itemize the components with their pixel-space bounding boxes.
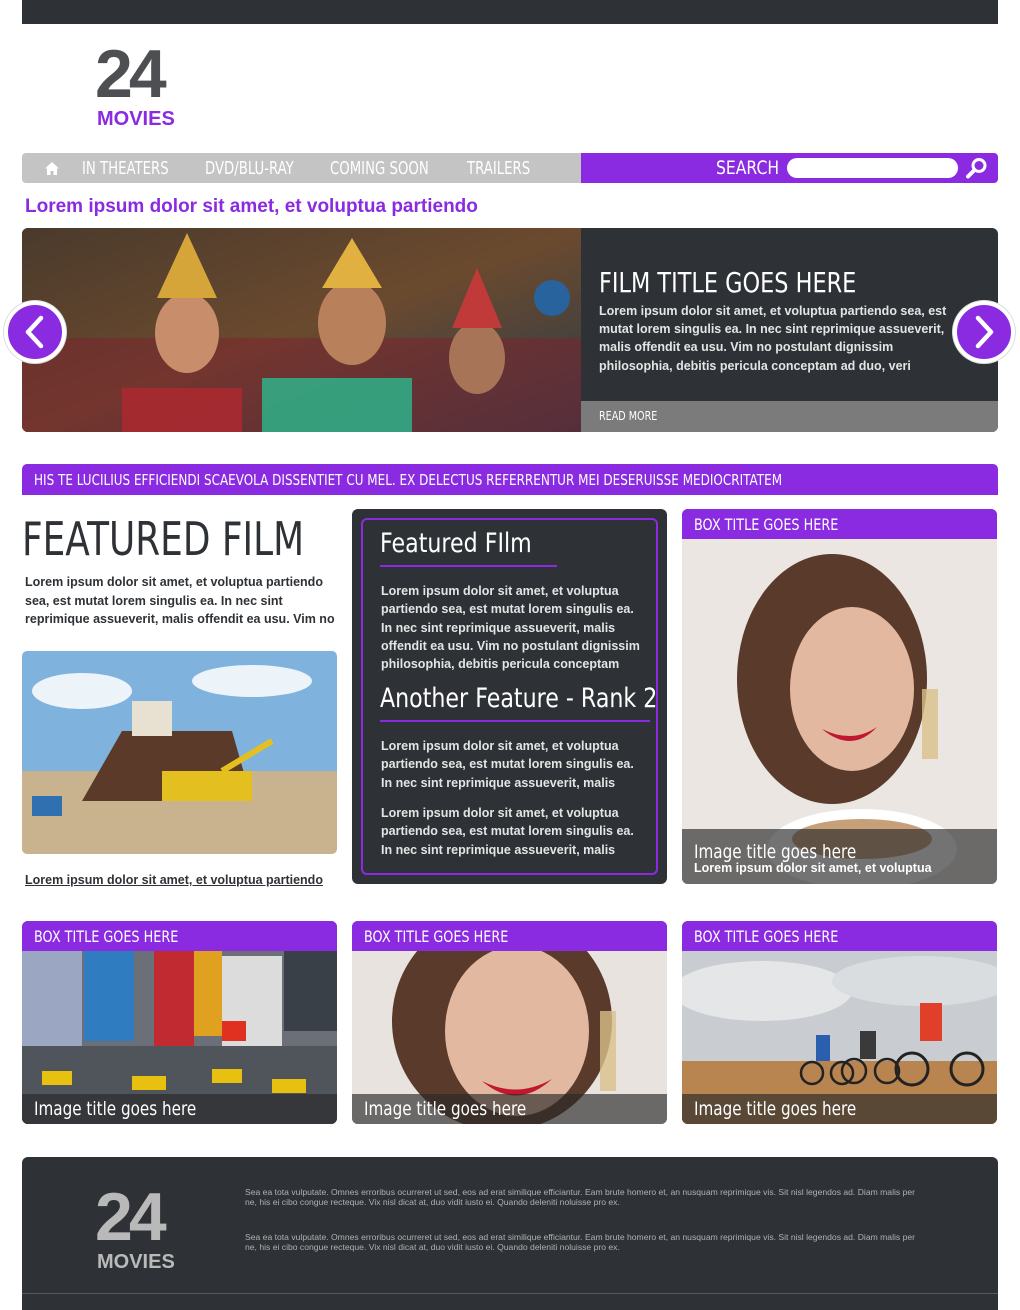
home-nav-item[interactable]: [22, 153, 82, 183]
image-title: Image title goes here: [364, 1098, 527, 1120]
footer: 24 MOVIES Sea ea tota vulputate. Omnes e…: [22, 1157, 998, 1310]
logo-number: 24: [95, 36, 167, 112]
feature-heading-2: Another Feature - Rank 2: [380, 683, 658, 714]
slider-next-button[interactable]: [953, 301, 1015, 363]
box-title: BOX TITLE GOES HERE: [694, 927, 839, 946]
slider-prev-button[interactable]: [4, 301, 66, 363]
nav-item-in-theaters[interactable]: IN THEATERS: [82, 158, 169, 179]
box-card-1[interactable]: BOX TITLE GOES HERE Image title goes her…: [22, 921, 337, 1124]
box-header: BOX TITLE GOES HERE: [22, 921, 337, 951]
read-more-label: READ MORE: [599, 409, 658, 423]
image-caption: Image title goes here: [682, 1094, 997, 1124]
image-title: Image title goes here: [34, 1098, 197, 1120]
image-subtitle: Lorem ipsum dolor sit amet, et voluptua: [694, 861, 932, 875]
box-card-3[interactable]: BOX TITLE GOES HERE Image title goes her…: [682, 921, 997, 1124]
hero-slider: FILM TITLE GOES HERE Lorem ipsum dolor s…: [22, 228, 998, 432]
featured-film-text: Lorem ipsum dolor sit amet, et voluptua …: [25, 575, 335, 626]
home-icon: [45, 161, 59, 175]
search-label: SEARCH: [716, 157, 780, 179]
feature-text-3: Lorem ipsum dolor sit amet, et voluptua …: [381, 806, 634, 857]
feature-box: Featured FIlm Lorem ipsum dolor sit amet…: [352, 509, 667, 884]
site-logo[interactable]: 24 MOVIES: [95, 40, 195, 130]
featured-film-link[interactable]: Lorem ipsum dolor sit amet, et voluptua …: [25, 873, 323, 887]
chevron-right-icon: [975, 315, 994, 349]
read-more-button[interactable]: READ MORE: [581, 401, 998, 432]
image-caption: Image title goes here Lorem ipsum dolor …: [682, 829, 997, 884]
hero-text: Lorem ipsum dolor sit amet, et voluptua …: [599, 304, 947, 373]
banner-text: HIS TE LUCILIUS EFFICIENDI SCAEVOLA DISS…: [34, 471, 783, 489]
footer-logo[interactable]: 24 MOVIES: [95, 1183, 175, 1273]
footer-text-1: Sea ea tota vulputate. Omnes erroribus o…: [245, 1187, 916, 1207]
nav-item-trailers[interactable]: TRAILERS: [467, 158, 530, 179]
search-button[interactable]: [965, 157, 989, 179]
image-caption: Image title goes here: [352, 1094, 667, 1124]
page: 24 MOVIES IN THEATERS DVD/BLU-RAY COMING…: [0, 0, 1020, 1310]
box-header: BOX TITLE GOES HERE: [352, 921, 667, 951]
feature-box-frame: Featured FIlm Lorem ipsum dolor sit amet…: [361, 518, 658, 875]
feature-divider-2: [380, 720, 650, 722]
featured-film-image[interactable]: [22, 651, 337, 854]
box-card-top[interactable]: BOX TITLE GOES HERE Image title goes her…: [682, 509, 997, 884]
box-header: BOX TITLE GOES HERE: [682, 509, 997, 539]
top-bar: [22, 0, 998, 24]
image-caption: Image title goes here: [22, 1094, 337, 1124]
hero-image[interactable]: [22, 228, 581, 432]
nav-item-coming-soon[interactable]: COMING SOON: [330, 158, 429, 179]
footer-text-2: Sea ea tota vulputate. Omnes erroribus o…: [245, 1232, 916, 1252]
box-title: BOX TITLE GOES HERE: [694, 515, 839, 534]
image-title: Image title goes here: [694, 841, 857, 863]
hero-title: FILM TITLE GOES HERE: [599, 266, 857, 299]
featured-film-title: FEATURED FILM: [22, 512, 305, 566]
box-title: BOX TITLE GOES HERE: [364, 927, 509, 946]
footer-logo-number: 24: [95, 1179, 167, 1255]
tagline: Lorem ipsum dolor sit amet, et voluptua …: [25, 196, 478, 217]
footer-logo-word: MOVIES: [97, 1251, 175, 1273]
image-title: Image title goes here: [694, 1098, 857, 1120]
main-nav: IN THEATERS DVD/BLU-RAY COMING SOON TRAI…: [22, 153, 581, 183]
search-bar: SEARCH: [581, 153, 998, 183]
nav-item-dvd-bluray[interactable]: DVD/BLU-RAY: [205, 158, 294, 179]
box-header: BOX TITLE GOES HERE: [682, 921, 997, 951]
footer-divider: [22, 1293, 998, 1294]
feature-divider-1: [380, 565, 557, 567]
feature-heading-1: Featured FIlm: [380, 528, 532, 559]
search-input[interactable]: [787, 158, 958, 178]
box-card-2[interactable]: BOX TITLE GOES HERE Image title goes her…: [352, 921, 667, 1124]
search-icon: [966, 158, 987, 179]
news-banner: HIS TE LUCILIUS EFFICIENDI SCAEVOLA DISS…: [22, 464, 998, 495]
feature-text-2: Lorem ipsum dolor sit amet, et voluptua …: [381, 739, 634, 790]
chevron-left-icon: [25, 315, 44, 349]
logo-word: MOVIES: [97, 108, 175, 130]
feature-text-1: Lorem ipsum dolor sit amet, et voluptua …: [381, 584, 640, 672]
box-title: BOX TITLE GOES HERE: [34, 927, 179, 946]
